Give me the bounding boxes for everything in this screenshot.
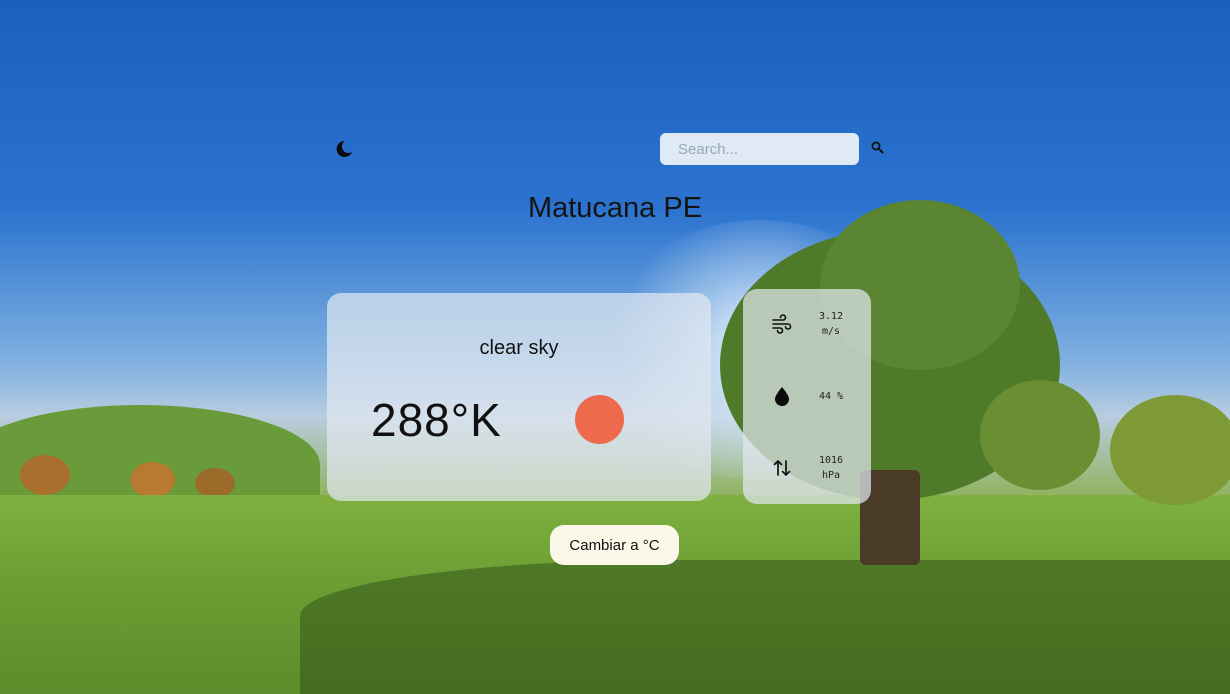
- wind-icon: [771, 313, 793, 335]
- sun-icon: [575, 395, 624, 444]
- autumn-tree: [195, 468, 235, 498]
- wind-speed-unit: m/s: [821, 326, 841, 337]
- temperature-value: 288°K: [371, 394, 502, 446]
- toggle-unit-button[interactable]: Cambiar a °C: [550, 525, 679, 565]
- search-input[interactable]: [660, 133, 859, 165]
- pressure-unit: hPa: [821, 470, 841, 481]
- weather-card: clear sky 288°K: [327, 293, 711, 501]
- city-title: Matucana PE: [527, 192, 703, 224]
- moon-icon[interactable]: [334, 139, 354, 159]
- oak-tree-canopy: [980, 380, 1100, 490]
- weather-description: clear sky: [479, 337, 559, 359]
- pressure-value: 1016 hPa: [811, 453, 851, 483]
- autumn-tree: [20, 455, 70, 495]
- tree-canopy: [1110, 395, 1230, 505]
- wind-speed-number: 3.12: [818, 311, 844, 322]
- droplet-icon: [771, 385, 793, 407]
- tree-shadow: [300, 560, 1230, 694]
- autumn-tree: [130, 462, 175, 498]
- pressure-number: 1016: [818, 455, 844, 466]
- weather-stats-card: 3.12 m/s 44 % 1016 hPa: [743, 289, 871, 504]
- search-icon[interactable]: [870, 140, 886, 156]
- humidity-value: 44 %: [818, 391, 844, 402]
- pressure-arrows-icon: [771, 457, 793, 479]
- wind-speed: 3.12 m/s: [811, 309, 851, 339]
